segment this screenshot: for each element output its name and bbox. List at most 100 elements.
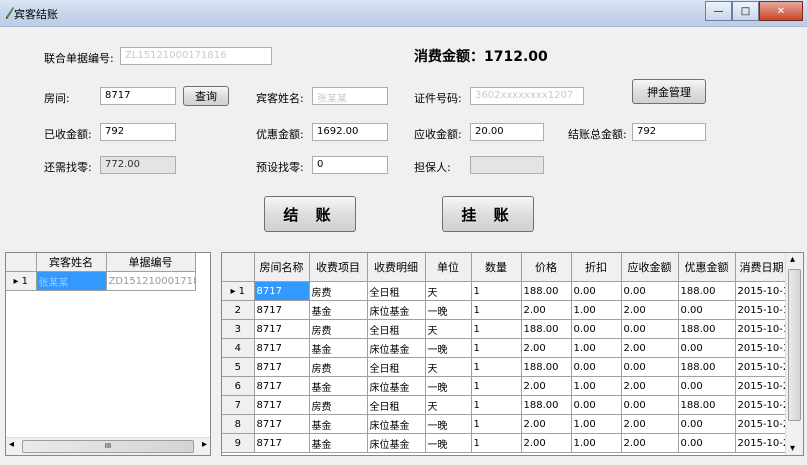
price-cell[interactable]: 188.00	[521, 281, 572, 301]
discount-amount-cell[interactable]: 0.00	[678, 414, 736, 434]
unit-cell[interactable]: 一晚	[425, 338, 472, 358]
room-name-cell[interactable]: 8717	[254, 376, 310, 396]
price-cell[interactable]: 188.00	[521, 319, 572, 339]
unit-cell[interactable]: 天	[425, 281, 472, 301]
combined-bill-field[interactable]: ZL15121000171816	[120, 47, 272, 65]
unit-cell[interactable]: 一晚	[425, 414, 472, 434]
col-header-discount-amount[interactable]: 优惠金额	[678, 253, 736, 282]
quantity-cell[interactable]: 1	[471, 319, 522, 339]
discount-amount-cell[interactable]: 0.00	[678, 338, 736, 358]
charge-detail-cell[interactable]: 床位基金	[367, 376, 426, 396]
room-name-cell[interactable]: 8717	[254, 281, 310, 301]
quantity-cell[interactable]: 1	[471, 433, 522, 453]
date-cell[interactable]: 2015-10-21	[735, 433, 789, 453]
charge-detail-cell[interactable]: 全日租	[367, 319, 426, 339]
scroll-down-icon[interactable]: ▾	[790, 443, 795, 454]
discount-amount-cell[interactable]: 188.00	[678, 357, 736, 377]
discount-cell[interactable]: 1.00	[571, 338, 622, 358]
date-cell[interactable]: 2015-10-18	[735, 281, 789, 301]
receivable-cell[interactable]: 2.00	[621, 300, 679, 320]
unit-cell[interactable]: 一晚	[425, 433, 472, 453]
charge-item-cell[interactable]: 房费	[309, 281, 368, 301]
discount-cell[interactable]: 1.00	[571, 433, 622, 453]
col-header-discount[interactable]: 折扣	[571, 253, 622, 282]
col-header-receivable[interactable]: 应收金额	[621, 253, 679, 282]
query-button[interactable]: 查询	[183, 86, 229, 106]
discount-amount-cell[interactable]: 188.00	[678, 395, 736, 415]
date-cell[interactable]: 2015-10-19	[735, 338, 789, 358]
scroll-left-icon[interactable]: ◂	[9, 439, 14, 450]
table-row[interactable]: 28717基金床位基金一晚12.001.002.000.002015-10-18	[222, 300, 789, 320]
unit-cell[interactable]: 一晚	[425, 376, 472, 396]
discount-amount-cell[interactable]: 0.00	[678, 376, 736, 396]
charge-item-cell[interactable]: 基金	[309, 300, 368, 320]
discount-cell[interactable]: 0.00	[571, 357, 622, 377]
quantity-cell[interactable]: 1	[471, 281, 522, 301]
date-cell[interactable]: 2015-10-20	[735, 376, 789, 396]
col-header-room-name[interactable]: 房间名称	[254, 253, 310, 282]
discount-cell[interactable]: 0.00	[571, 281, 622, 301]
table-row[interactable]: 88717基金床位基金一晚12.001.002.000.002015-10-21	[222, 414, 789, 434]
receivable-cell[interactable]: 2.00	[621, 376, 679, 396]
col-header-price[interactable]: 价格	[521, 253, 572, 282]
room-name-cell[interactable]: 8717	[254, 300, 310, 320]
col-header-guest-name[interactable]: 宾客姓名	[36, 253, 107, 272]
room-field[interactable]: 8717	[100, 87, 176, 105]
room-name-cell[interactable]: 8717	[254, 338, 310, 358]
charge-item-cell[interactable]: 房费	[309, 357, 368, 377]
discount-cell[interactable]: 0.00	[571, 319, 622, 339]
table-row[interactable]: 68717基金床位基金一晚12.001.002.000.002015-10-20	[222, 376, 789, 396]
receivable-field[interactable]: 20.00	[470, 123, 544, 141]
price-cell[interactable]: 2.00	[521, 414, 572, 434]
scroll-thumb[interactable]: III	[22, 440, 194, 453]
charge-item-cell[interactable]: 基金	[309, 433, 368, 453]
receivable-cell[interactable]: 0.00	[621, 395, 679, 415]
charge-detail-cell[interactable]: 床位基金	[367, 433, 426, 453]
table-row[interactable]: 5 8717 房费 全日租天 1 188.00 0.00 0.00 188.00 2015-10-…	[222, 357, 789, 377]
unit-cell[interactable]: 天	[425, 319, 472, 339]
receivable-cell[interactable]: 2.00	[621, 414, 679, 434]
quantity-cell[interactable]: 1	[471, 376, 522, 396]
receivable-cell[interactable]: 0.00	[621, 319, 679, 339]
unit-cell[interactable]: 天	[425, 395, 472, 415]
col-header-quantity[interactable]: 数量	[471, 253, 522, 282]
scroll-thumb[interactable]	[788, 269, 801, 421]
preset-change-field[interactable]: 0	[312, 156, 388, 174]
col-header-date[interactable]: 消费日期	[735, 253, 789, 282]
guest-bill-grid[interactable]: 宾客姓名 单据编号 ▸ 1 张某某 ZD15121000171816 ◂ III…	[5, 252, 211, 456]
table-row[interactable]: 98717基金床位基金一晚12.001.002.000.002015-10-21	[222, 433, 789, 453]
price-cell[interactable]: 2.00	[521, 376, 572, 396]
discount-cell[interactable]: 1.00	[571, 376, 622, 396]
table-row[interactable]: 48717基金床位基金一晚12.001.002.000.002015-10-19	[222, 338, 789, 358]
charge-item-cell[interactable]: 基金	[309, 376, 368, 396]
quantity-cell[interactable]: 1	[471, 395, 522, 415]
price-cell[interactable]: 2.00	[521, 433, 572, 453]
maximize-button[interactable]: □	[732, 1, 759, 21]
unit-cell[interactable]: 一晚	[425, 300, 472, 320]
guarantor-field[interactable]	[470, 156, 544, 174]
price-cell[interactable]: 188.00	[521, 357, 572, 377]
price-cell[interactable]: 188.00	[521, 395, 572, 415]
room-name-cell[interactable]: 8717	[254, 357, 310, 377]
date-cell[interactable]: 2015-10-18	[735, 300, 789, 320]
room-name-cell[interactable]: 8717	[254, 414, 310, 434]
price-cell[interactable]: 2.00	[521, 300, 572, 320]
date-cell[interactable]: 2015-10-20	[735, 357, 789, 377]
discount-amount-cell[interactable]: 0.00	[678, 433, 736, 453]
minimize-button[interactable]: —	[705, 1, 732, 21]
received-field[interactable]: 792	[100, 123, 176, 141]
date-cell[interactable]: 2015-10-21	[735, 395, 789, 415]
discount-cell[interactable]: 1.00	[571, 300, 622, 320]
charge-item-cell[interactable]: 基金	[309, 414, 368, 434]
table-row[interactable]: ▸ 1 张某某 ZD15121000171816	[6, 271, 196, 291]
charge-item-cell[interactable]: 基金	[309, 338, 368, 358]
table-row[interactable]: ▸ 1 8717 房费 全日租天 1 188.00 0.00 0.00 188.00 2015-1…	[222, 281, 789, 301]
discount-cell[interactable]: 1.00	[571, 414, 622, 434]
quantity-cell[interactable]: 1	[471, 338, 522, 358]
horizontal-scrollbar[interactable]: ◂ III ▸	[6, 437, 210, 455]
charges-grid[interactable]: 房间名称 收费项目 收费明细 单位 数量 价格 折扣 应收金额 优惠金额 消费日…	[221, 252, 804, 456]
settle-total-field[interactable]: 792	[632, 123, 706, 141]
room-name-cell[interactable]: 8717	[254, 433, 310, 453]
date-cell[interactable]: 2015-10-21	[735, 414, 789, 434]
charge-detail-cell[interactable]: 全日租	[367, 357, 426, 377]
